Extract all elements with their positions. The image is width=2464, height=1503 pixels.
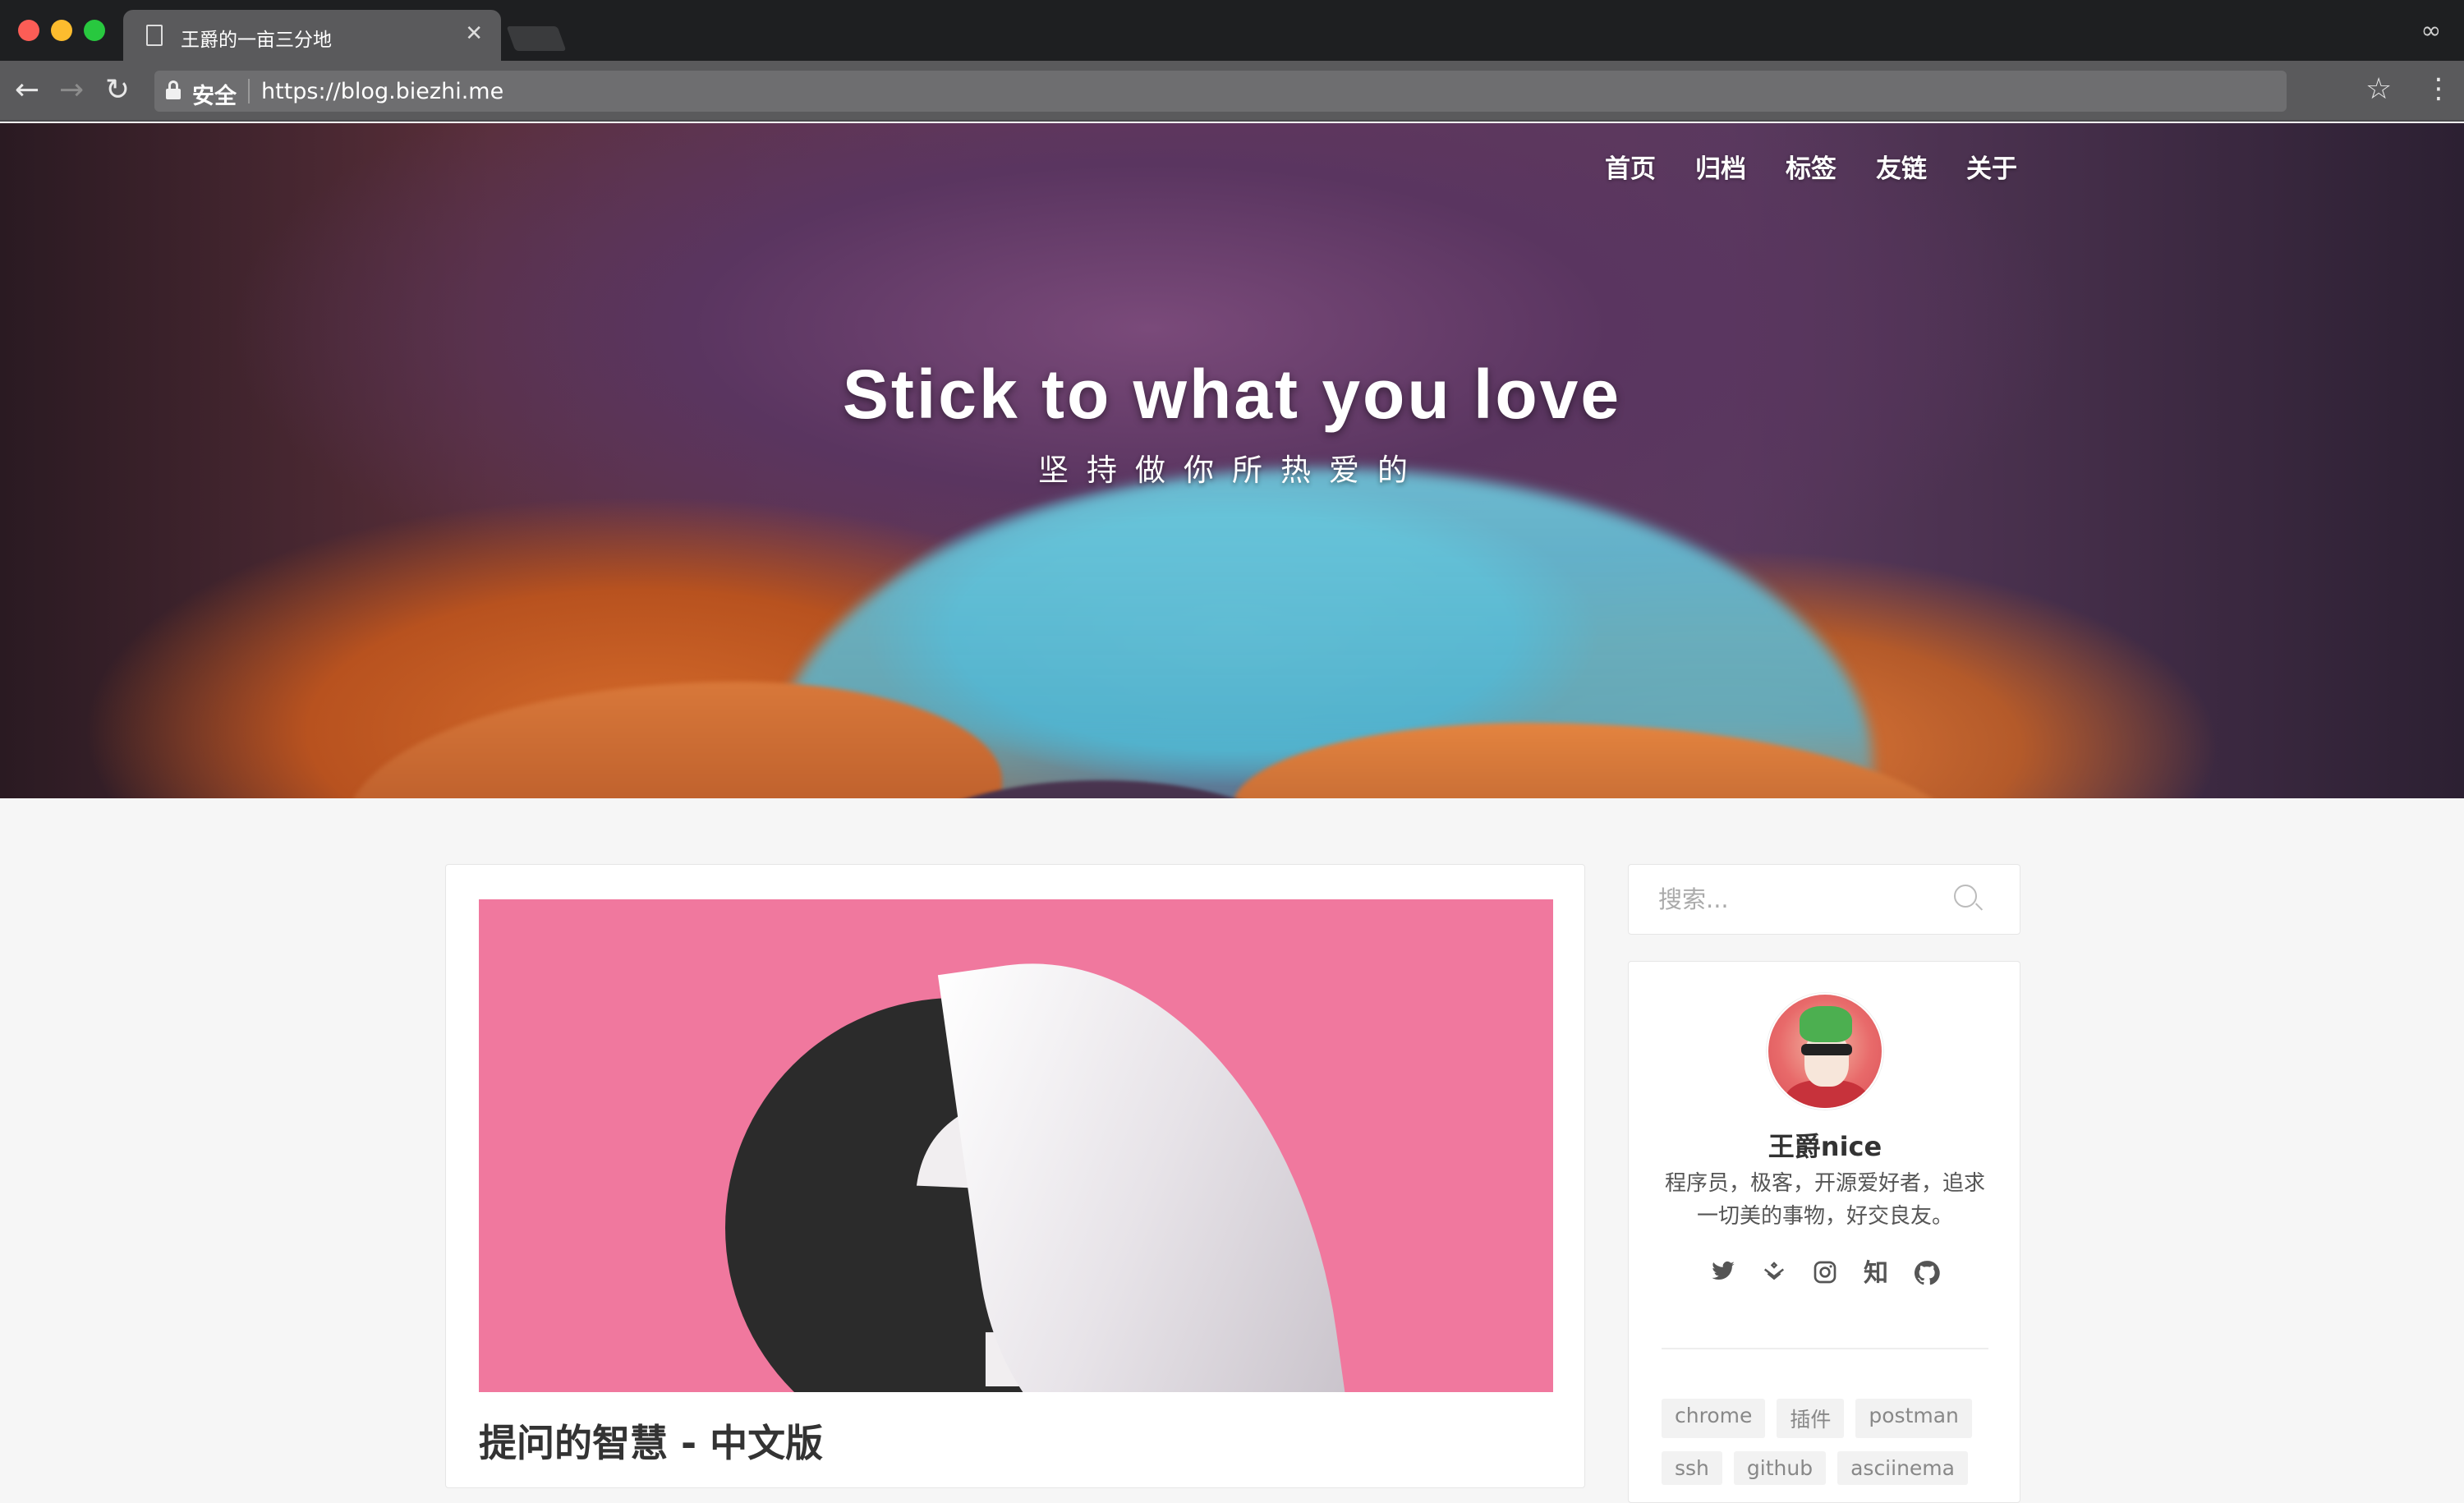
github-icon[interactable]: [1912, 1259, 1942, 1289]
maximize-window-button[interactable]: [84, 20, 105, 41]
hero-subtitle: 坚持做你所热爱的: [1038, 453, 1426, 488]
tab-title: 王爵的一亩三分地: [181, 30, 332, 51]
profile-card: 王爵nice 程序员，极客，开源爱好者，追求一切美的事物，好交良友。 知 chr…: [1628, 961, 2020, 1503]
browser-tab-strip: 王爵的一亩三分地 ✕ ∞: [0, 0, 2464, 61]
lock-icon: [166, 80, 181, 99]
close-tab-icon[interactable]: ✕: [465, 21, 483, 46]
profile-divider: [1662, 1348, 1988, 1349]
back-arrow-icon[interactable]: ←: [15, 74, 39, 107]
tag-chip[interactable]: asciinema: [1837, 1451, 1968, 1485]
post-title[interactable]: 提问的智慧 - 中文版: [479, 1413, 823, 1468]
tag-chip[interactable]: postman: [1855, 1399, 1972, 1438]
juejin-icon[interactable]: [1759, 1259, 1789, 1289]
nav-links[interactable]: 友链: [1876, 148, 1927, 185]
tag-chip[interactable]: github: [1733, 1451, 1827, 1485]
post-cover-image[interactable]: ?: [479, 899, 1553, 1392]
secure-label: 安全: [192, 84, 237, 109]
nav-home[interactable]: 首页: [1605, 148, 1656, 185]
search-card: [1628, 864, 2020, 935]
tag-chip[interactable]: chrome: [1662, 1399, 1766, 1438]
page-icon: [146, 25, 163, 46]
profile-bio: 程序员，极客，开源爱好者，追求一切美的事物，好交良友。: [1664, 1171, 1985, 1229]
browser-menu-icon[interactable]: ⋮: [2425, 72, 2453, 105]
browser-tab[interactable]: 王爵的一亩三分地 ✕: [123, 10, 501, 61]
search-icon[interactable]: [1954, 885, 1984, 912]
address-separator: [248, 79, 250, 103]
minimize-window-button[interactable]: [51, 20, 72, 41]
nav-archive[interactable]: 归档: [1695, 148, 1746, 185]
hero-title: Stick to what you love: [842, 356, 1622, 433]
tag-chip[interactable]: ssh: [1662, 1451, 1722, 1485]
forward-arrow-icon[interactable]: →: [59, 74, 84, 107]
zhihu-icon[interactable]: 知: [1861, 1259, 1891, 1289]
profile-name: 王爵nice: [1768, 1131, 1882, 1162]
incognito-icon: ∞: [2420, 16, 2442, 45]
twitter-icon[interactable]: [1708, 1259, 1738, 1289]
instagram-icon[interactable]: [1810, 1259, 1840, 1289]
avatar: [1767, 993, 1883, 1110]
post-card[interactable]: ? 提问的智慧 - 中文版: [445, 864, 1585, 1488]
close-window-button[interactable]: [18, 20, 39, 41]
browser-toolbar: ← → ↻ 安全 https://blog.biezhi.me ☆ ⋮: [0, 61, 2464, 122]
new-tab-button[interactable]: [506, 26, 567, 51]
paper-curl-graphic: [937, 926, 1351, 1392]
url-text[interactable]: https://blog.biezhi.me: [261, 79, 503, 104]
tag-chip[interactable]: 插件: [1777, 1399, 1845, 1438]
address-bar[interactable]: 安全 https://blog.biezhi.me: [154, 71, 2287, 112]
site-nav: 首页 归档 标签 友链 关于: [1605, 148, 2017, 185]
tag-cloud: chrome 插件 postman ssh github asciinema: [1662, 1399, 1990, 1498]
social-links: 知: [1629, 1259, 2021, 1289]
search-input[interactable]: [1658, 883, 1954, 916]
bookmark-star-icon[interactable]: ☆: [2365, 72, 2392, 106]
nav-tags[interactable]: 标签: [1786, 148, 1837, 185]
reload-icon[interactable]: ↻: [105, 74, 130, 107]
nav-about[interactable]: 关于: [1966, 148, 2017, 185]
hero-banner: 首页 归档 标签 友链 关于 Stick to what you love 坚持…: [0, 123, 2464, 798]
